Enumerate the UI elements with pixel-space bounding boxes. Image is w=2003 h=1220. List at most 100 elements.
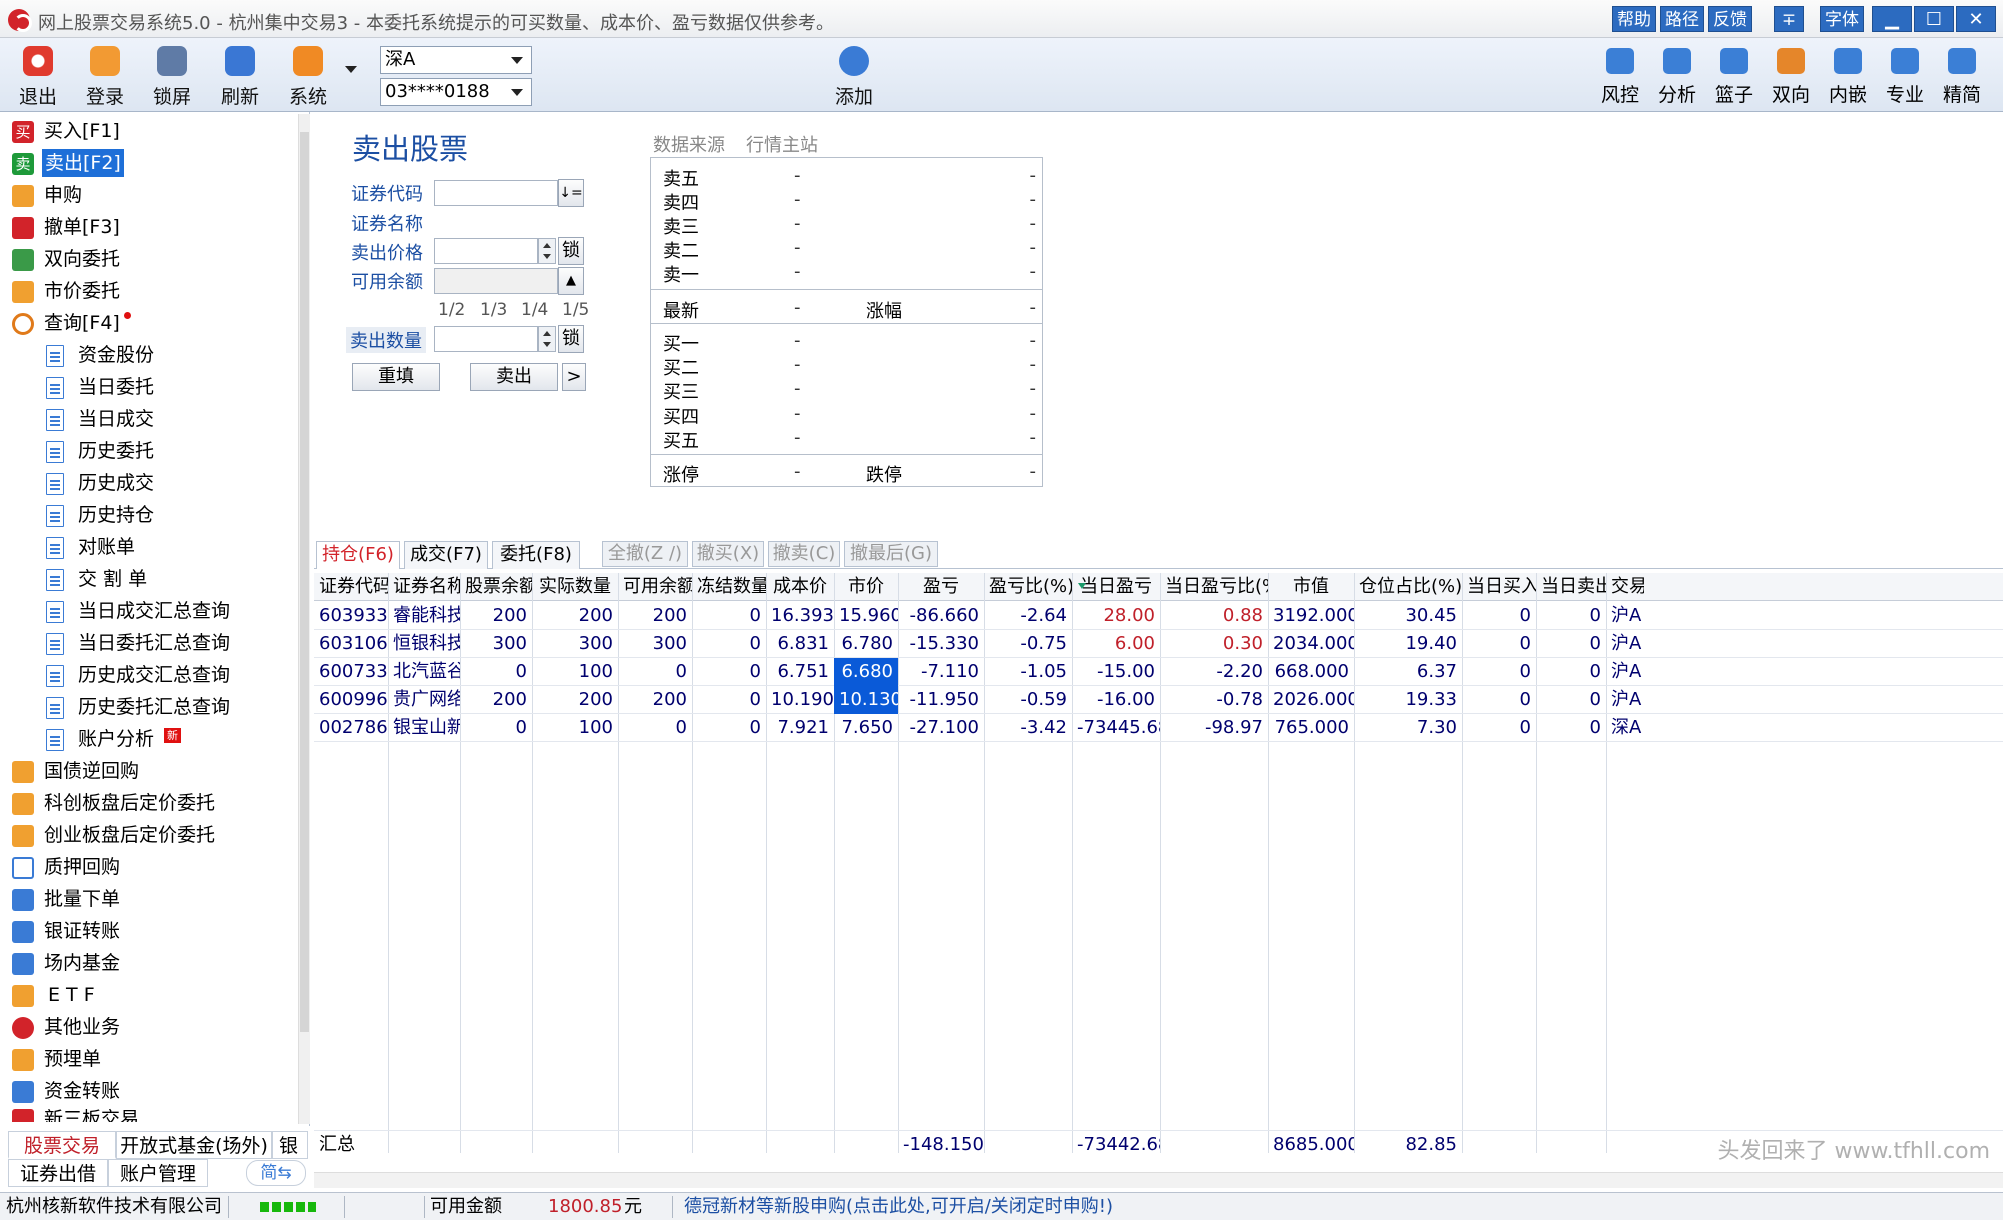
nav-sub-history-orders[interactable]: 历史委托 <box>0 436 298 466</box>
nav-subscribe[interactable]: 申购 <box>0 180 298 210</box>
feedback-button[interactable]: 反馈 <box>1708 6 1752 32</box>
maximize-button[interactable]: ☐ <box>1914 6 1954 32</box>
table-cell[interactable]: 200 <box>460 686 532 714</box>
table-cell[interactable]: 100 <box>532 658 618 686</box>
table-cell[interactable]: 7.30 <box>1354 714 1462 742</box>
nav-sub-today-order-summary[interactable]: 当日委托汇总查询 <box>0 628 298 658</box>
quantity-stepper[interactable] <box>538 326 556 352</box>
table-cell[interactable]: 200 <box>618 686 692 714</box>
column-header[interactable]: 实际数量 <box>532 573 618 601</box>
sell-button[interactable]: 卖出 <box>470 363 558 391</box>
table-cell[interactable]: 10.130 <box>834 686 898 714</box>
table-cell[interactable]: -16.00 <box>1072 686 1160 714</box>
nav-pledge[interactable]: 质押回购 <box>0 852 298 882</box>
table-cell[interactable]: 2034.000 <box>1268 630 1354 658</box>
cancel-last-button[interactable]: 撤最后(G) <box>844 541 938 567</box>
table-cell[interactable]: -27.100 <box>898 714 984 742</box>
quantity-lock-button[interactable]: 锁 <box>558 325 584 353</box>
column-header[interactable]: 当日卖出 <box>1536 573 1606 601</box>
table-cell[interactable]: 0 <box>692 658 766 686</box>
cancel-all-button[interactable]: 全撤(Z /) <box>602 541 688 567</box>
table-cell[interactable]: -2.20 <box>1160 658 1268 686</box>
column-header[interactable]: 可用余额 <box>618 573 692 601</box>
table-cell[interactable]: 北汽蓝谷 <box>388 658 460 686</box>
system-button[interactable]: 系统 <box>278 42 338 108</box>
table-cell[interactable]: 0 <box>460 714 532 742</box>
price-stepper[interactable] <box>538 238 556 264</box>
table-cell[interactable]: 300 <box>460 630 532 658</box>
table-cell[interactable]: 3192.000 <box>1268 602 1354 630</box>
tab-bank-securities[interactable]: 银证 <box>272 1131 308 1159</box>
table-cell[interactable]: 7.650 <box>834 714 898 742</box>
nav-preorder[interactable]: 预埋单 <box>0 1044 298 1074</box>
help-button[interactable]: 帮助 <box>1612 6 1656 32</box>
column-header[interactable]: 成本价 <box>766 573 834 601</box>
table-cell[interactable]: -0.59 <box>984 686 1072 714</box>
nav-star-market[interactable]: 科创板盘后定价委托 <box>0 788 298 818</box>
font-button[interactable]: 字体 <box>1820 6 1864 32</box>
quantity-input[interactable] <box>434 326 538 352</box>
table-cell[interactable]: 19.40 <box>1354 630 1462 658</box>
column-header[interactable]: 当日盈亏比(%) <box>1160 573 1268 601</box>
add-button[interactable]: 添加 <box>824 42 884 108</box>
table-cell[interactable]: -7.110 <box>898 658 984 686</box>
table-cell[interactable]: 沪A <box>1606 686 1644 714</box>
table-cell[interactable]: 6.680 <box>834 658 898 686</box>
table-cell[interactable]: 睿能科技 <box>388 602 460 630</box>
table-cell[interactable]: 200 <box>460 602 532 630</box>
table-cell[interactable]: 002786 <box>314 714 388 742</box>
nav-two-way[interactable]: 双向委托 <box>0 244 298 274</box>
table-cell[interactable]: 0 <box>618 714 692 742</box>
refresh-button[interactable]: 刷新 <box>210 42 270 108</box>
nav-query[interactable]: 查询[F4] <box>0 308 298 338</box>
table-cell[interactable]: 0 <box>460 658 532 686</box>
nav-etf[interactable]: E T F <box>0 980 298 1010</box>
nav-sub-settlement[interactable]: 交 割 单 <box>0 564 298 594</box>
tab-positions[interactable]: 持仓(F6) <box>316 541 400 569</box>
nav-batch-order[interactable]: 批量下单 <box>0 884 298 914</box>
nav-market-order[interactable]: 市价委托 <box>0 276 298 306</box>
account-select[interactable]: 03****0188 <box>380 78 532 106</box>
table-cell[interactable]: -2.64 <box>984 602 1072 630</box>
path-button[interactable]: 路径 <box>1660 6 1704 32</box>
nav-sub-statement[interactable]: 对账单 <box>0 532 298 562</box>
nav-sub-history-positions[interactable]: 历史持仓 <box>0 500 298 530</box>
table-cell[interactable]: 603933 <box>314 602 388 630</box>
nav-sub-fund-shares[interactable]: 资金股份 <box>0 340 298 370</box>
nav-bond-repo[interactable]: 国债逆回购 <box>0 756 298 786</box>
table-cell[interactable]: 0.88 <box>1160 602 1268 630</box>
fraction-half[interactable]: 1/2 <box>438 300 465 320</box>
table-cell[interactable]: -3.42 <box>984 714 1072 742</box>
column-header[interactable]: 仓位占比(%) <box>1354 573 1462 601</box>
exit-button[interactable]: 退出 <box>8 42 68 108</box>
login-button[interactable]: 登录 <box>75 42 135 108</box>
table-cell[interactable]: 贵广网络 <box>388 686 460 714</box>
nav-scrollbar[interactable] <box>298 114 310 1124</box>
minimize-button[interactable]: ▁ <box>1872 6 1912 32</box>
table-cell[interactable]: 0 <box>1536 714 1606 742</box>
price-input[interactable] <box>434 238 538 264</box>
nav-sub-today-trades[interactable]: 当日成交 <box>0 404 298 434</box>
column-header[interactable]: 当日买入 <box>1462 573 1536 601</box>
nav-neeq[interactable]: 新三板交易 <box>0 1104 298 1122</box>
nav-sub-history-order-summary[interactable]: 历史委托汇总查询 <box>0 692 298 722</box>
table-cell[interactable]: 600733 <box>314 658 388 686</box>
table-cell[interactable]: 603106 <box>314 630 388 658</box>
table-cell[interactable]: -73445.68 <box>1072 714 1160 742</box>
table-cell[interactable]: 银宝山新 <box>388 714 460 742</box>
table-cell[interactable]: 30.45 <box>1354 602 1462 630</box>
column-header[interactable]: 股票余额 <box>460 573 532 601</box>
table-cell[interactable]: 0 <box>1462 686 1536 714</box>
pin-button[interactable]: ∓ <box>1774 6 1804 32</box>
column-header[interactable]: 盈亏比(%) <box>984 573 1072 601</box>
lang-toggle[interactable]: 简⇆ <box>246 1160 306 1186</box>
column-header[interactable]: 证券代码 <box>314 573 388 601</box>
tab-trades[interactable]: 成交(F7) <box>404 541 488 569</box>
price-lock-button[interactable]: 锁 <box>558 237 584 265</box>
table-cell[interactable]: 2026.000 <box>1268 686 1354 714</box>
table-cell[interactable]: 沪A <box>1606 658 1644 686</box>
table-cell[interactable]: 668.000 <box>1268 658 1354 686</box>
table-cell[interactable]: 0 <box>1462 658 1536 686</box>
basket-button[interactable]: 篮子 <box>1706 42 1762 108</box>
table-cell[interactable]: 0 <box>1536 658 1606 686</box>
